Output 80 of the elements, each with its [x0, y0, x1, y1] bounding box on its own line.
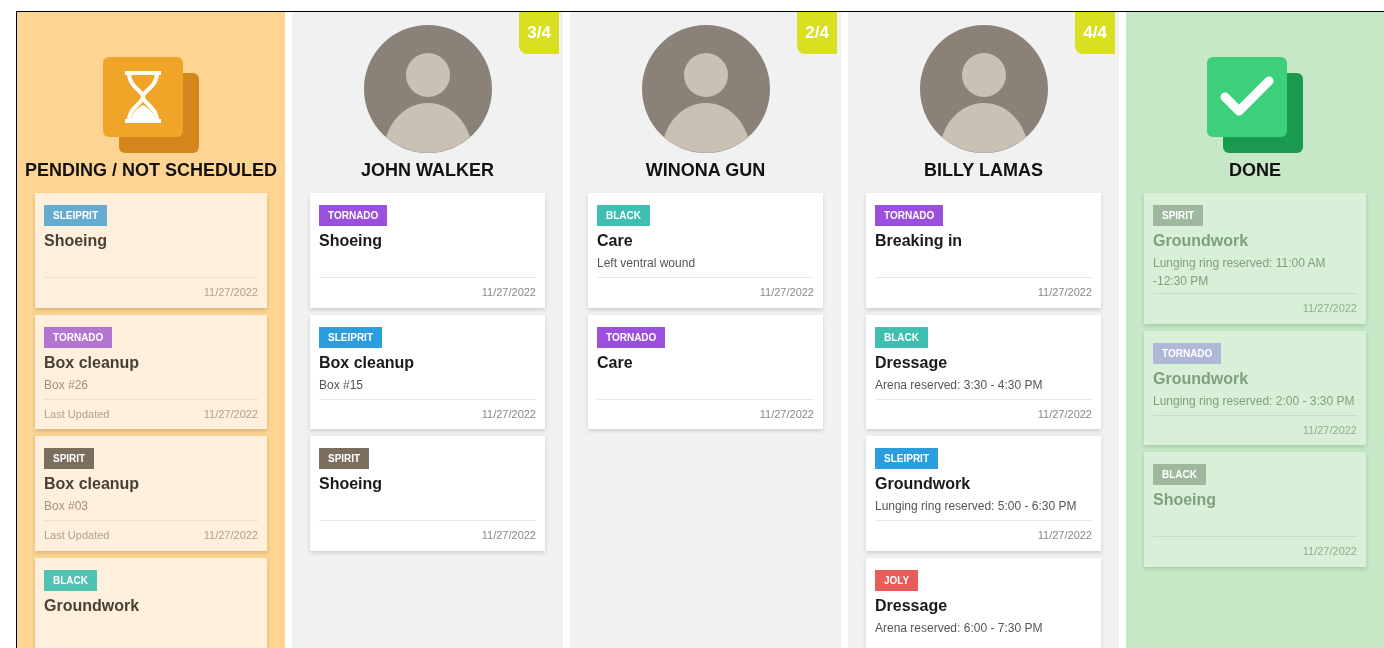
horse-tag: SPIRIT — [1153, 205, 1204, 226]
task-date: 11/27/2022 — [203, 528, 258, 543]
task-note: Arena reserved: 3:30 - 4:30 PM — [875, 376, 1044, 394]
task-title: Shoeing — [44, 231, 109, 251]
task-card[interactable]: TORNADO Box cleanup Box #26 Last Updated 11/27/2022 — [35, 314, 267, 429]
column-title: WINONA GUN — [644, 159, 767, 181]
task-card[interactable]: SLEIPRIT Shoeing 11/27/2022 — [35, 193, 267, 308]
horse-tag: SPIRIT — [44, 448, 95, 469]
task-date: 11/27/2022 — [1037, 528, 1092, 543]
task-card[interactable]: SLEIPRIT Groundwork Lunging ring reserved: 5:00 - 6:30 PM 11/27/2022 — [866, 436, 1101, 551]
task-card[interactable]: TORNADO Shoeing 11/27/2022 — [310, 193, 545, 308]
column-title: PENDING / NOT SCHEDULED — [24, 159, 278, 181]
last-updated-label: Last Updated — [44, 406, 110, 422]
horse-tag: BLACK — [597, 205, 650, 226]
column-title: DONE — [1228, 159, 1282, 181]
task-card[interactable]: SPIRIT Box cleanup Box #03 Last Updated 11/27/2022 — [35, 436, 267, 551]
task-card[interactable]: TORNADO Care 11/27/2022 — [588, 314, 823, 429]
horse-tag: TORNADO — [319, 205, 388, 226]
horse-tag: SLEIPRIT — [875, 448, 938, 469]
task-count-badge: 4/4 — [1075, 12, 1115, 54]
task-title: Box cleanup — [44, 474, 141, 494]
task-card[interactable]: BLACK Groundwork — [35, 557, 267, 648]
task-date: 11/27/2022 — [481, 406, 536, 422]
task-title: Care — [597, 352, 634, 373]
task-title: Shoeing — [319, 231, 384, 251]
horse-tag: BLACK — [1153, 464, 1206, 485]
horse-tag: TORNADO — [875, 205, 944, 226]
task-note: Box #03 — [44, 498, 90, 515]
task-date: 11/27/2022 — [481, 285, 536, 300]
task-card[interactable]: SPIRIT Shoeing 11/27/2022 — [310, 436, 545, 551]
task-note: Box #15 — [319, 376, 365, 394]
task-date: 11/27/2022 — [203, 406, 258, 422]
horse-tag: SPIRIT — [319, 448, 370, 469]
task-title: Box cleanup — [319, 352, 416, 373]
task-card[interactable]: BLACK Dressage Arena reserved: 3:30 - 4:30 PM 11/27/2022 — [866, 314, 1101, 429]
horse-tag: BLACK — [875, 326, 928, 348]
task-date: 11/27/2022 — [1302, 544, 1357, 559]
task-card[interactable]: TORNADO Breaking in 11/27/2022 — [866, 193, 1101, 308]
task-date: 11/27/2022 — [1302, 301, 1357, 316]
task-title: Shoeing — [319, 474, 384, 494]
task-title: Groundwork — [44, 595, 141, 616]
horse-tag: BLACK — [44, 569, 97, 591]
horse-tag: SLEIPRIT — [44, 205, 107, 226]
checkmark-icon — [1207, 57, 1303, 153]
horse-tag: JOLY — [875, 569, 919, 591]
task-card[interactable]: JOLY Dressage Arena reserved: 6:00 - 7:30 PM — [866, 557, 1101, 648]
task-title: Dressage — [875, 352, 949, 373]
task-title: Groundwork — [1153, 368, 1250, 389]
task-date: 11/27/2022 — [481, 528, 536, 543]
last-updated-label: Last Updated — [44, 528, 110, 543]
task-title: Shoeing — [1153, 490, 1218, 510]
horse-tag: SLEIPRIT — [319, 326, 382, 348]
horse-tag: TORNADO — [597, 326, 666, 348]
horse-tag: TORNADO — [44, 326, 113, 348]
task-note: Lunging ring reserved: 2:00 - 3:30 PM — [1153, 392, 1356, 410]
task-date: 11/27/2022 — [1037, 406, 1092, 422]
task-note: Lunging ring reserved: 11:00 AM -12:30 PM — [1153, 255, 1327, 290]
task-note: Arena reserved: 6:00 - 7:30 PM — [875, 619, 1044, 637]
task-title: Groundwork — [875, 474, 972, 494]
task-title: Care — [597, 231, 634, 251]
task-date: 11/27/2022 — [759, 406, 814, 422]
hourglass-icon — [103, 57, 199, 153]
task-title: Box cleanup — [44, 352, 141, 373]
task-title: Dressage — [875, 595, 949, 616]
column-title: JOHN WALKER — [360, 159, 495, 181]
horse-tag: TORNADO — [1153, 342, 1222, 364]
task-count-badge: 3/4 — [519, 12, 559, 54]
task-count-badge: 2/4 — [797, 12, 837, 54]
task-title: Groundwork — [1153, 231, 1250, 251]
task-title: Breaking in — [875, 231, 964, 251]
task-note: Box #26 — [44, 376, 90, 394]
column-title: BILLY LAMAS — [923, 159, 1044, 181]
task-date: 11/27/2022 — [1037, 285, 1092, 300]
task-date: 11/27/2022 — [203, 285, 258, 300]
task-note: Left ventral wound — [597, 255, 697, 272]
task-card[interactable]: BLACK Care Left ventral wound 11/27/2022 — [588, 193, 823, 308]
task-card[interactable]: SLEIPRIT Box cleanup Box #15 11/27/2022 — [310, 314, 545, 429]
task-date: 11/27/2022 — [759, 285, 814, 300]
task-note: Lunging ring reserved: 5:00 - 6:30 PM — [875, 498, 1078, 515]
task-date: 11/27/2022 — [1302, 422, 1357, 438]
